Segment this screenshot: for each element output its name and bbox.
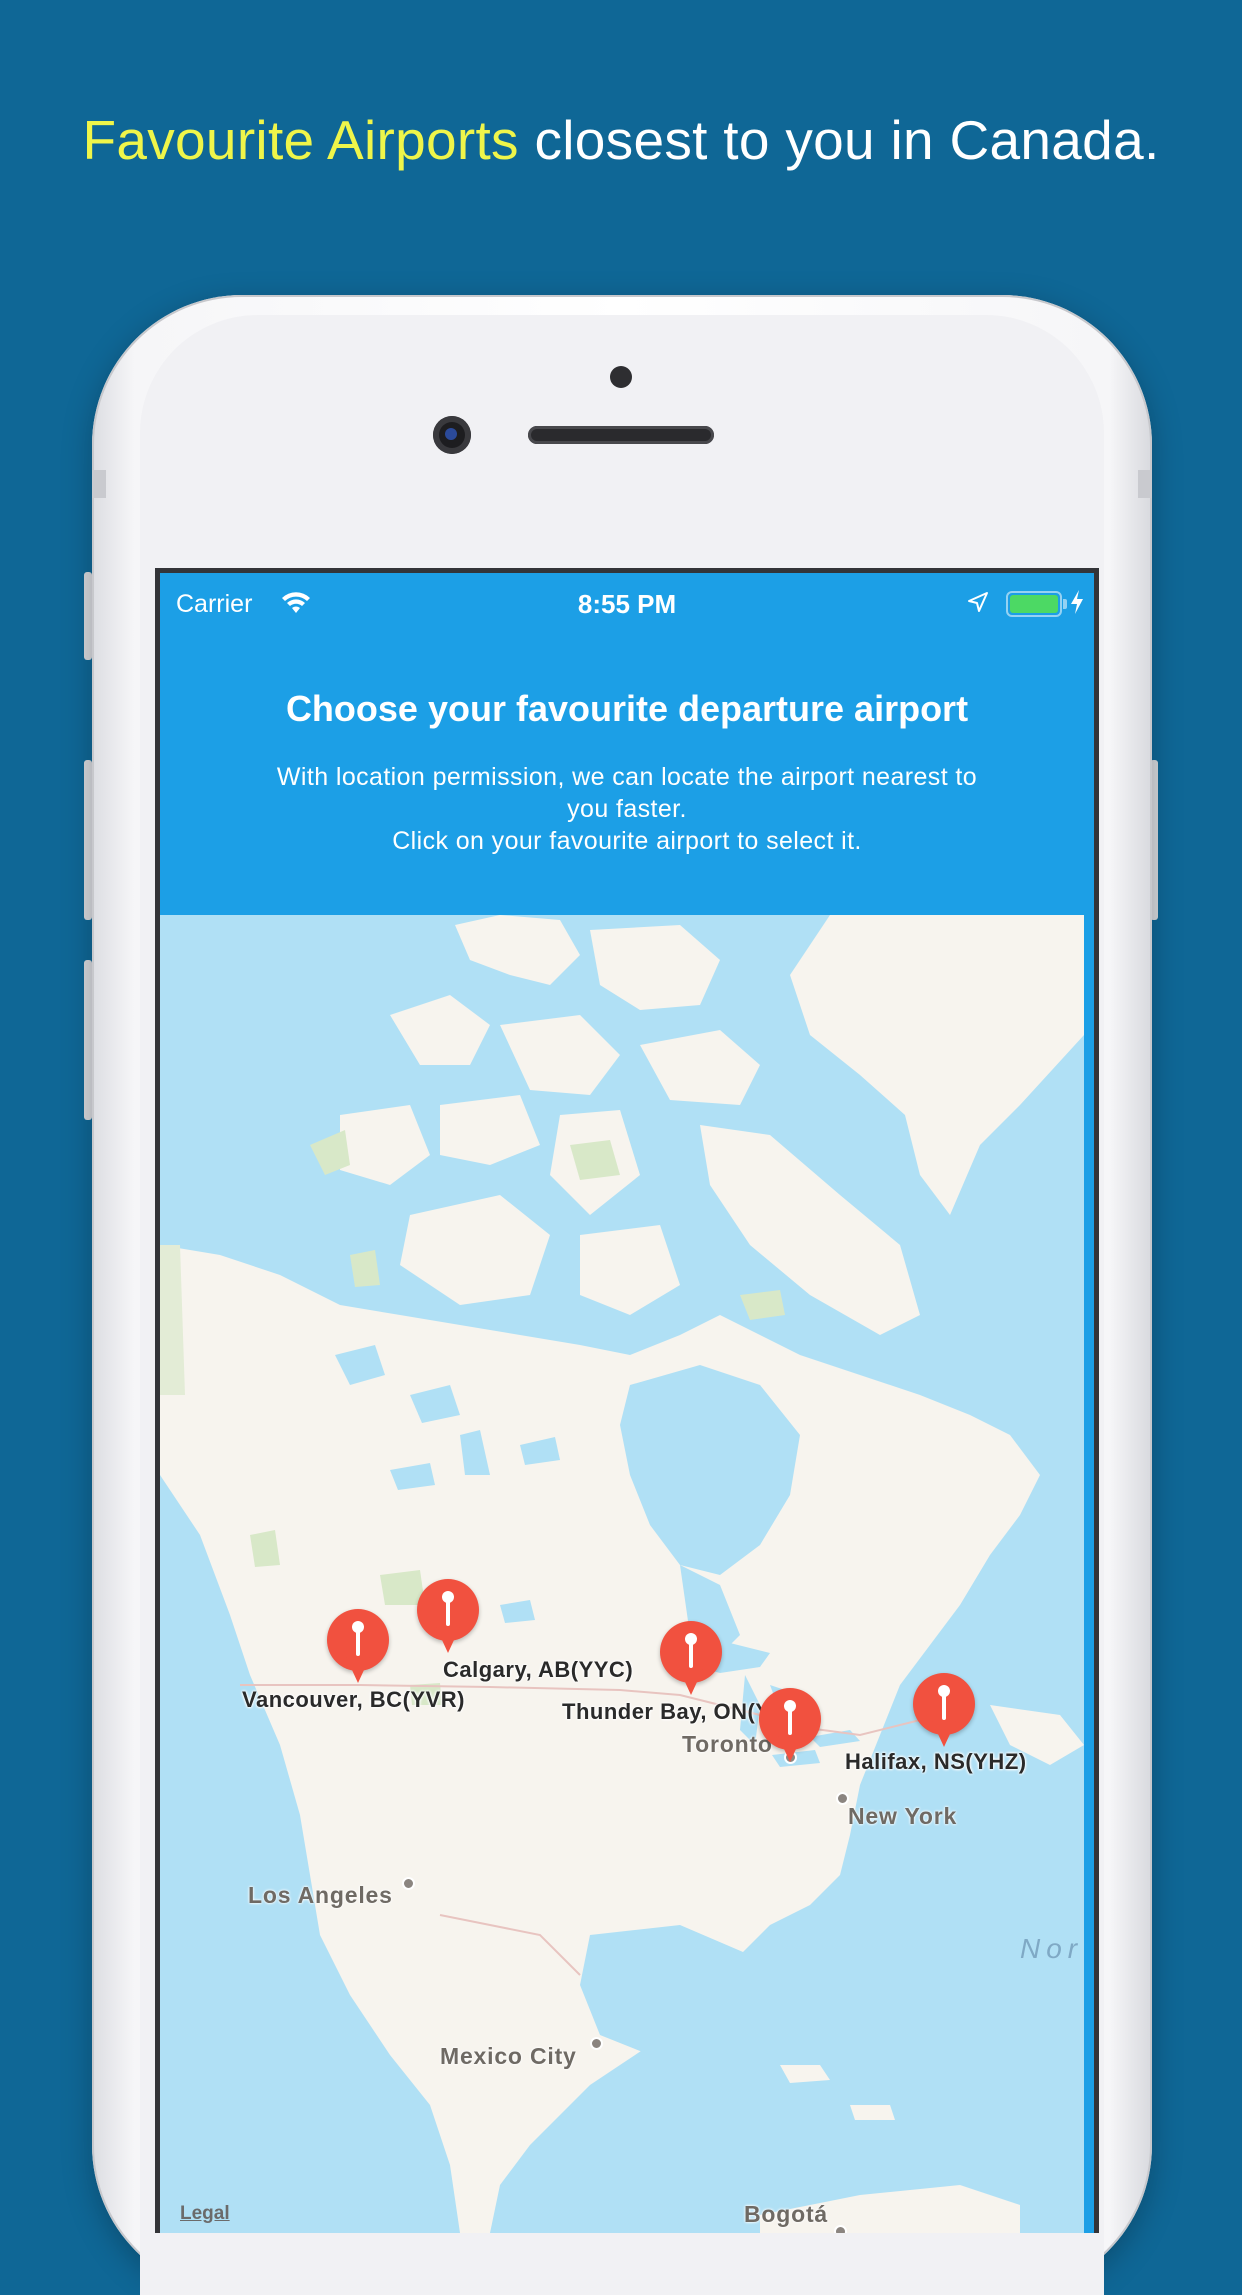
volume-up-button	[84, 760, 92, 920]
antenna-band-left	[92, 470, 106, 498]
headline: Favourite Airports closest to you in Can…	[0, 108, 1242, 172]
legal-link[interactable]: Legal	[180, 2203, 230, 2225]
location-arrow-icon	[968, 592, 988, 612]
status-bar: Carrier 8:55 PM	[160, 573, 1094, 633]
volume-down-button	[84, 960, 92, 1120]
airport-pin-calgary[interactable]	[417, 1579, 481, 1657]
airport-pin-toronto[interactable]	[759, 1688, 823, 1766]
description-line: Click on your favourite airport to selec…	[392, 827, 862, 855]
page-title: Choose your favourite departure airport	[285, 688, 969, 729]
airport-label-halifax[interactable]: Halifax, NS(YHZ)	[845, 1749, 1027, 1775]
city-dot-mexico-city	[590, 2037, 603, 2050]
airport-pin-vancouver[interactable]	[327, 1609, 391, 1687]
ocean-label: Nor	[1020, 1933, 1084, 1964]
city-label-bogota: Bogotá	[744, 2201, 829, 2227]
airport-label-vancouver[interactable]: Vancouver, BC(YVR)	[242, 1687, 465, 1713]
airport-pin-halifax[interactable]	[913, 1673, 977, 1751]
status-time: 8:55 PM	[577, 589, 677, 619]
headline-rest: closest to you in Canada.	[518, 109, 1160, 171]
headline-highlight: Favourite Airports	[82, 109, 519, 171]
antenna-band-right	[1138, 470, 1152, 498]
airport-map[interactable]: Toronto New York Los Angeles Mexico City…	[160, 915, 1084, 2233]
city-label-los-angeles: Los Angeles	[248, 1882, 393, 1908]
mute-switch	[84, 572, 92, 660]
city-label-new-york: New York	[848, 1803, 958, 1829]
front-camera	[433, 416, 471, 454]
airport-pin-thunder-bay[interactable]	[660, 1621, 724, 1699]
earpiece-speaker	[528, 426, 714, 444]
city-dot-new-york	[836, 1792, 849, 1805]
city-dot-los-angeles	[402, 1877, 415, 1890]
battery-fill	[1010, 595, 1058, 613]
battery-icon	[1006, 591, 1067, 617]
map-land	[160, 915, 1084, 2233]
proximity-sensor	[610, 366, 632, 388]
description-line: you faster.	[567, 795, 687, 823]
charging-bolt-icon	[1071, 590, 1083, 614]
app-screen: Carrier 8:55 PM Choose your favourite de…	[155, 568, 1099, 2233]
airport-label-calgary[interactable]: Calgary, AB(YYC)	[443, 1657, 633, 1683]
city-label-mexico-city: Mexico City	[440, 2043, 577, 2069]
description-line: With location permission, we can locate …	[276, 763, 978, 791]
page-description: With location permission, we can locate …	[220, 761, 1034, 857]
city-dot-bogota	[834, 2225, 847, 2233]
